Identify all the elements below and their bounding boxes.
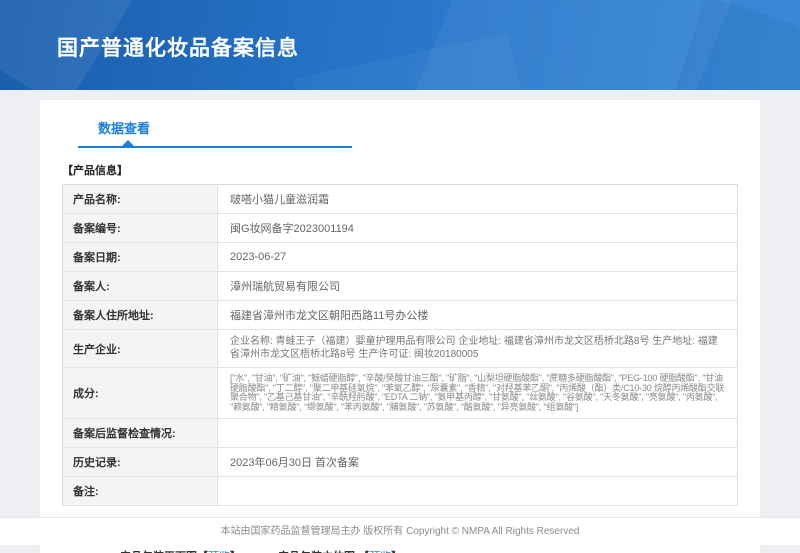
packaging-flat-view: 产品包装平面图【预览】 xyxy=(120,548,241,553)
row-value xyxy=(218,477,737,505)
page-title: 国产普通化妆品备案信息 xyxy=(57,32,299,62)
table-row-supervision: 备案后监督检查情况: xyxy=(63,419,737,448)
header-decoration xyxy=(293,33,527,90)
packaging-row: 产品包装平面图【预览】 产品包装立体图 【预览】 xyxy=(120,548,738,553)
row-label: 备注: xyxy=(63,477,218,505)
table-row-history: 历史记录: 2023年06月30日 首次备案 xyxy=(63,448,737,477)
row-label: 备案日期: xyxy=(63,243,218,271)
row-label: 备案人: xyxy=(63,272,218,300)
row-value xyxy=(218,419,737,447)
row-value: 啵嗒小猫儿童滋润霜 xyxy=(218,185,737,213)
table-row-ingredients: 成分: ["水", "甘油", "矿油", "鲸蜡硬脂醇", "辛酸/癸酸甘油三… xyxy=(63,368,737,419)
row-label: 备案编号: xyxy=(63,214,218,242)
table-row-product-name: 产品名称: 啵嗒小猫儿童滋润霜 xyxy=(63,185,737,214)
active-tab-caret-icon xyxy=(122,140,134,146)
table-row-registration-date: 备案日期: 2023-06-27 xyxy=(63,243,737,272)
row-label: 生产企业: xyxy=(63,330,218,367)
row-value: 闽G妆网备字2023001194 xyxy=(218,214,737,242)
table-row-registrant-address: 备案人住所地址: 福建省漳州市龙文区朝阳西路11号办公楼 xyxy=(63,301,737,330)
row-label: 成分: xyxy=(63,368,218,418)
row-value: 2023-06-27 xyxy=(218,243,737,271)
product-info-table: 产品名称: 啵嗒小猫儿童滋润霜 备案编号: 闽G妆网备字2023001194 备… xyxy=(62,184,738,506)
content-card: 数据查看 【产品信息】 产品名称: 啵嗒小猫儿童滋润霜 备案编号: 闽G妆网备字… xyxy=(40,100,760,553)
row-label: 产品名称: xyxy=(63,185,218,213)
row-value: 漳州瑞航贸易有限公司 xyxy=(218,272,737,300)
footer-copyright-text: 本站由国家药品监督管理局主办 版权所有 Copyright © NMPA All… xyxy=(221,526,580,537)
row-label: 备案人住所地址: xyxy=(63,301,218,329)
table-row-remarks: 备注: xyxy=(63,477,737,506)
product-info-section-title: 【产品信息】 xyxy=(62,162,738,178)
row-label: 历史记录: xyxy=(63,448,218,476)
table-row-manufacturer: 生产企业: 企业名称: 青蛙王子（福建）婴童护理用品有限公司 企业地址: 福建省… xyxy=(63,330,737,368)
packaging-3d-view: 产品包装立体图 【预览】 xyxy=(278,548,402,553)
footer: 本站由国家药品监督管理局主办 版权所有 Copyright © NMPA All… xyxy=(0,517,800,545)
row-value: 企业名称: 青蛙王子（福建）婴童护理用品有限公司 企业地址: 福建省漳州市龙文区… xyxy=(218,330,737,367)
row-label: 备案后监督检查情况: xyxy=(63,419,218,447)
header-banner: 国产普通化妆品备案信息 xyxy=(0,0,800,90)
row-value: 2023年06月30日 首次备案 xyxy=(218,448,737,476)
table-row-registration-number: 备案编号: 闽G妆网备字2023001194 xyxy=(63,214,737,243)
row-value: 福建省漳州市龙文区朝阳西路11号办公楼 xyxy=(218,301,737,329)
row-value: ["水", "甘油", "矿油", "鲸蜡硬脂醇", "辛酸/癸酸甘油三酯", … xyxy=(218,368,737,418)
table-row-registrant: 备案人: 漳州瑞航贸易有限公司 xyxy=(63,272,737,301)
tab-bar: 数据查看 xyxy=(78,118,352,148)
